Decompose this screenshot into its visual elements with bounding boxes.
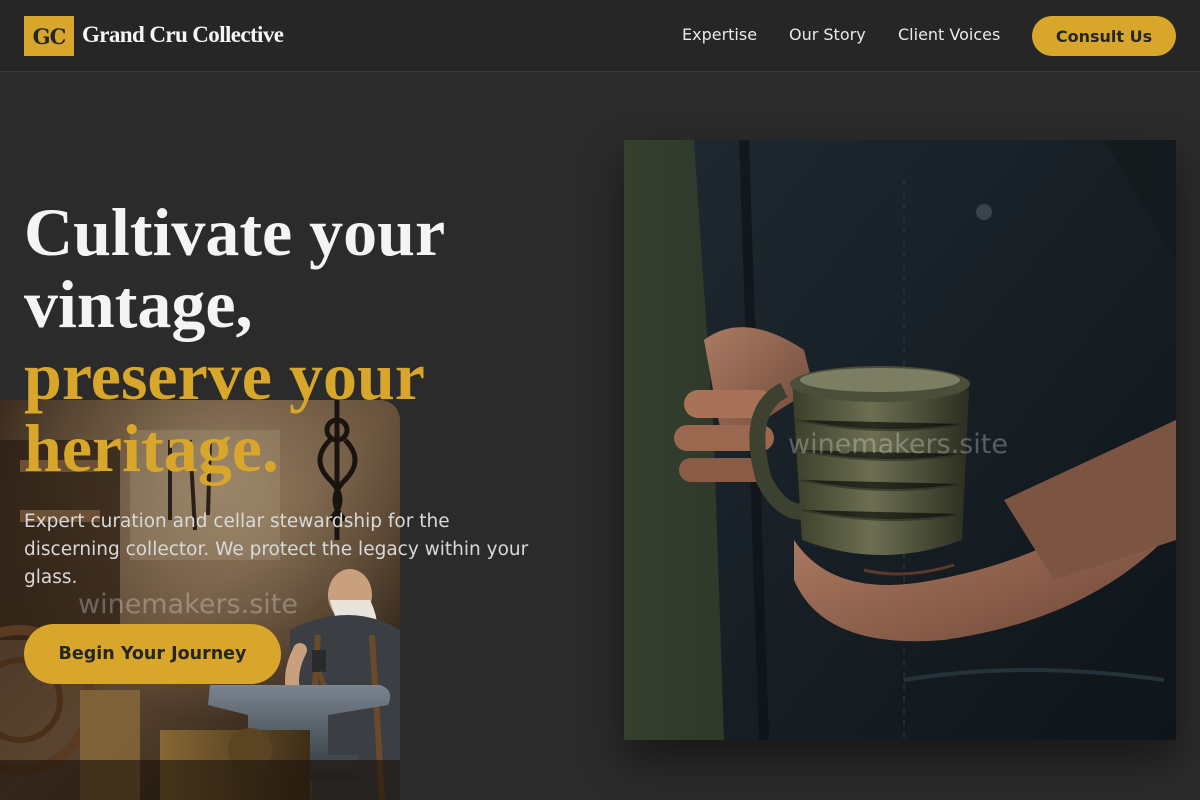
nav-link-client-voices[interactable]: Client Voices — [898, 25, 1000, 44]
hero-subtext: Expert curation and cellar stewardship f… — [24, 511, 529, 588]
logo-mark[interactable]: GC — [24, 16, 74, 56]
begin-journey-button[interactable]: Begin Your Journey — [24, 624, 281, 684]
headline-line-2: vintage, — [24, 266, 253, 342]
consult-us-button[interactable]: Consult Us — [1032, 16, 1176, 56]
nav-link-expertise[interactable]: Expertise — [682, 25, 757, 44]
headline-line-1: Cultivate your — [24, 194, 446, 270]
nav-link-our-story[interactable]: Our Story — [789, 25, 866, 44]
hero-photo — [624, 140, 1176, 740]
brand-name[interactable]: Grand Cru Collective — [82, 22, 284, 48]
headline-line-4: heritage. — [24, 410, 279, 486]
site-header: GC Grand Cru Collective Expertise Our St… — [0, 0, 1200, 72]
headline-line-3: preserve your — [24, 338, 425, 414]
hero-headline: Cultivate your vintage, preserve your he… — [24, 196, 544, 484]
